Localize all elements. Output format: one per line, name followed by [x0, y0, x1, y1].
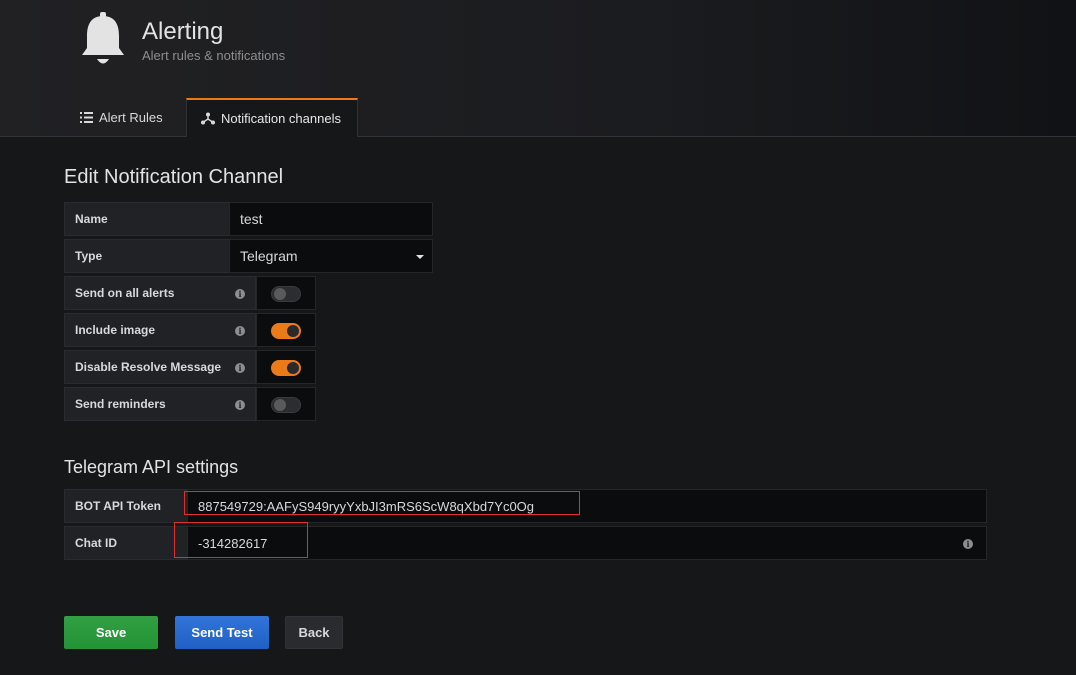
include-image-switch-box [256, 313, 316, 347]
highlight-box-token [184, 491, 580, 515]
page-header: Alerting Alert rules & notifications Ale… [0, 0, 1076, 137]
page-title: Alerting [142, 18, 224, 45]
send-on-all-alerts-toggle[interactable] [271, 286, 301, 302]
send-reminders-label: Send reminders [64, 387, 256, 421]
send-reminders-toggle[interactable] [271, 397, 301, 413]
toggle-knob [287, 325, 299, 337]
include-image-text: Include image [75, 323, 156, 337]
tab-notification-channels-label: Notification channels [221, 111, 341, 126]
list-icon [80, 111, 93, 123]
include-image-label: Include image [64, 313, 256, 347]
disable-resolve-message-label: Disable Resolve Message [64, 350, 256, 384]
send-test-button[interactable]: Send Test [175, 616, 269, 649]
channels-icon [201, 112, 215, 125]
disable-resolve-message-toggle[interactable] [271, 360, 301, 376]
send-reminders-text: Send reminders [75, 397, 166, 411]
bell-icon [82, 12, 124, 64]
back-button[interactable]: Back [285, 616, 343, 649]
disable-resolve-message-switch-box [256, 350, 316, 384]
chat-id-label: Chat ID [64, 526, 188, 560]
page-subtitle: Alert rules & notifications [142, 48, 286, 63]
send-reminders-switch-box [256, 387, 316, 421]
info-icon[interactable]: i [235, 289, 245, 299]
toggle-knob [274, 399, 286, 411]
disable-resolve-message-text: Disable Resolve Message [75, 360, 222, 374]
name-label: Name [64, 202, 230, 236]
type-select-value: Telegram [240, 248, 298, 264]
toggle-knob [274, 288, 286, 300]
save-button[interactable]: Save [64, 616, 158, 649]
caret-down-icon [416, 255, 424, 259]
tab-notification-channels[interactable]: Notification channels [186, 98, 358, 137]
type-select[interactable]: Telegram [229, 239, 433, 273]
name-input[interactable]: test [229, 202, 433, 236]
info-icon[interactable]: i [235, 326, 245, 336]
highlight-box-chat-id [174, 522, 308, 558]
toggle-knob [287, 362, 299, 374]
info-icon[interactable]: i [235, 400, 245, 410]
telegram-settings-title: Telegram API settings [64, 457, 239, 477]
tab-alert-rules[interactable]: Alert Rules [80, 98, 163, 136]
form-title: Edit Notification Channel [64, 166, 284, 188]
info-icon[interactable]: i [963, 539, 973, 549]
info-icon[interactable]: i [235, 363, 245, 373]
send-on-all-alerts-switch-box [256, 276, 316, 310]
type-label: Type [64, 239, 230, 273]
send-on-all-alerts-label: Send on all alerts [64, 276, 256, 310]
tab-alert-rules-label: Alert Rules [99, 109, 163, 125]
send-on-all-alerts-text: Send on all alerts [75, 286, 175, 300]
bot-api-token-label: BOT API Token [64, 489, 188, 523]
include-image-toggle[interactable] [271, 323, 301, 339]
